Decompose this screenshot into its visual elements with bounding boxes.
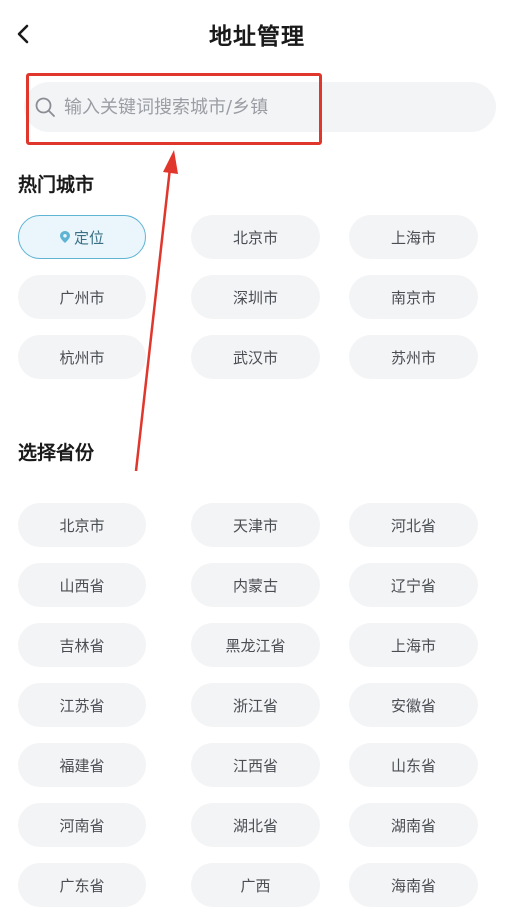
province-chip-label: 辽宁省 [390, 576, 436, 595]
province-chip[interactable]: 福建省 [18, 743, 146, 787]
province-chip-label: 广东省 [59, 876, 105, 895]
province-chip-label: 黑龙江省 [225, 636, 286, 655]
province-chip[interactable]: 广西 [191, 863, 320, 907]
province-chip[interactable]: 天津市 [191, 503, 320, 547]
hot-city-chip[interactable]: 上海市 [349, 215, 478, 259]
province-chip-label: 北京市 [59, 516, 105, 535]
province-chip[interactable]: 河北省 [349, 503, 478, 547]
province-chip-label: 内蒙古 [232, 576, 278, 595]
hot-city-chip-label: 武汉市 [232, 348, 278, 367]
province-chip-label: 湖北省 [232, 816, 278, 835]
province-chip-label: 安徽省 [390, 696, 436, 715]
province-chip-label: 广西 [240, 876, 271, 895]
province-chip[interactable]: 广东省 [18, 863, 146, 907]
province-chip[interactable]: 浙江省 [191, 683, 320, 727]
province-chip[interactable]: 江西省 [191, 743, 320, 787]
province-chip-label: 浙江省 [232, 696, 278, 715]
hot-city-chip[interactable]: 广州市 [18, 275, 146, 319]
province-chip[interactable]: 山东省 [349, 743, 478, 787]
location-pin-icon [59, 231, 70, 243]
hot-city-chip-label: 苏州市 [390, 348, 436, 367]
hot-city-chip-label: 定位 [73, 228, 104, 247]
search-icon [35, 97, 55, 117]
province-chip[interactable]: 上海市 [349, 623, 478, 667]
hot-city-chip[interactable]: 北京市 [191, 215, 320, 259]
province-chip-label: 山东省 [390, 756, 436, 775]
province-chip[interactable]: 内蒙古 [191, 563, 320, 607]
province-chip[interactable]: 湖北省 [191, 803, 320, 847]
header: 地址管理 [0, 0, 514, 66]
hot-city-chip-label: 上海市 [390, 228, 436, 247]
hot-city-chip-label: 南京市 [390, 288, 436, 307]
province-chip[interactable]: 黑龙江省 [191, 623, 320, 667]
province-chip-label: 江西省 [232, 756, 278, 775]
province-chip[interactable]: 海南省 [349, 863, 478, 907]
provinces-title: 选择省份 [18, 442, 95, 464]
province-chip-label: 山西省 [59, 576, 105, 595]
locate-button[interactable]: 定位 [18, 215, 146, 259]
search-input[interactable] [64, 82, 344, 132]
hot-city-chip[interactable]: 深圳市 [191, 275, 320, 319]
province-chip-label: 海南省 [390, 876, 436, 895]
province-chip-label: 吉林省 [59, 636, 105, 655]
province-chip[interactable]: 北京市 [18, 503, 146, 547]
province-chip[interactable]: 辽宁省 [349, 563, 478, 607]
province-chip[interactable]: 湖南省 [349, 803, 478, 847]
hot-city-chip[interactable]: 苏州市 [349, 335, 478, 379]
province-chip[interactable]: 江苏省 [18, 683, 146, 727]
search-bar[interactable] [24, 82, 496, 132]
province-chip-label: 河南省 [59, 816, 105, 835]
province-chip-label: 河北省 [390, 516, 436, 535]
province-chip[interactable]: 吉林省 [18, 623, 146, 667]
hot-city-chip-label: 深圳市 [232, 288, 278, 307]
hot-city-chip[interactable]: 南京市 [349, 275, 478, 319]
province-chip-label: 江苏省 [59, 696, 105, 715]
hot-city-chip[interactable]: 杭州市 [18, 335, 146, 379]
province-chip-label: 天津市 [232, 516, 278, 535]
hot-cities-title: 热门城市 [18, 174, 95, 196]
province-chip-label: 福建省 [59, 756, 105, 775]
province-chip[interactable]: 安徽省 [349, 683, 478, 727]
hot-city-chip-label: 广州市 [59, 288, 105, 307]
province-chip-label: 湖南省 [390, 816, 436, 835]
province-chip-label: 上海市 [390, 636, 436, 655]
hot-city-chip-label: 北京市 [232, 228, 278, 247]
province-chip[interactable]: 山西省 [18, 563, 146, 607]
page-title: 地址管理 [209, 24, 305, 50]
hot-city-chip[interactable]: 武汉市 [191, 335, 320, 379]
hot-city-chip-label: 杭州市 [59, 348, 105, 367]
province-chip[interactable]: 河南省 [18, 803, 146, 847]
